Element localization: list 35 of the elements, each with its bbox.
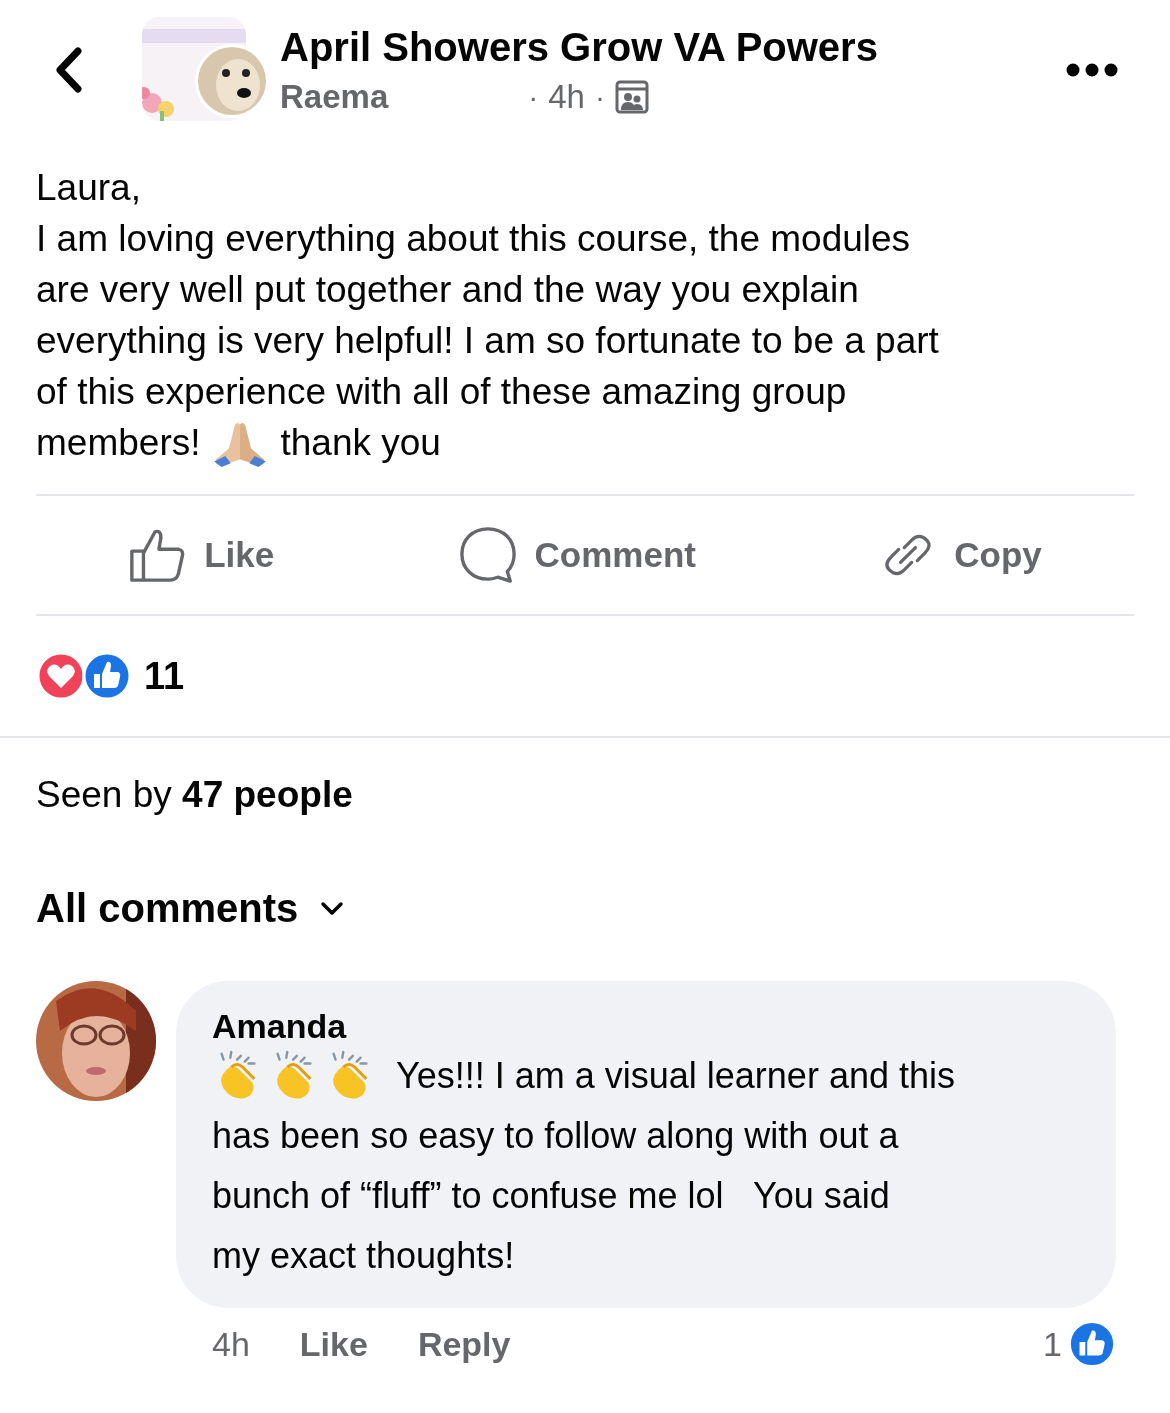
comment-author[interactable]: Amanda [212,1007,1086,1046]
speech-bubble-icon [458,526,517,584]
seen-by-text[interactable]: Seen by 47 people [36,774,1134,816]
post-text: everything is very helpful! I am so fortunate to be a part [36,319,939,363]
group-name[interactable]: April Showers Grow VA Powers [280,24,878,70]
comment-text: Yes!!! I am a visual learner and this [396,1054,955,1098]
post-text: Laura, [36,166,141,210]
back-icon[interactable] [54,47,84,93]
reaction-count[interactable]: 11 [144,654,185,698]
comment-text: my exact thoughts! [212,1234,515,1278]
copy-button[interactable]: Copy [880,527,1042,583]
like-count: 1 [1043,1324,1062,1364]
chevron-down-icon [320,900,345,917]
group-icon [614,79,649,114]
comment-button[interactable]: Comment [458,526,696,584]
comment-text: has been so easy to follow along with out a [212,1114,899,1158]
post-text: thank you [280,421,441,465]
like-link[interactable]: Like [299,1324,368,1364]
post-time[interactable]: 4h [548,77,585,116]
comment-time: 4h [212,1324,250,1364]
post-text: members! [36,421,201,465]
more-icon[interactable] [1066,63,1118,77]
separator-dot: · [528,79,539,114]
post-text: I am loving everything about this course, the modules [36,217,911,261]
reply-link[interactable]: Reply [417,1324,511,1364]
like-reaction-icon [1068,1320,1116,1368]
comment-text: bunch of “fluff” to confuse me lol You said [212,1174,890,1218]
comments-filter-dropdown[interactable]: All comments [36,886,345,931]
post-text: of this experience with all of these amazing group [36,370,847,414]
author-name[interactable]: Raema [280,77,389,116]
separator-dot: · [594,79,605,114]
post-text: are very well put together and the way you explain [36,268,859,312]
like-button[interactable]: Like [128,526,275,584]
like-reaction-icon [82,651,132,701]
heart-reaction-icon [36,651,86,701]
